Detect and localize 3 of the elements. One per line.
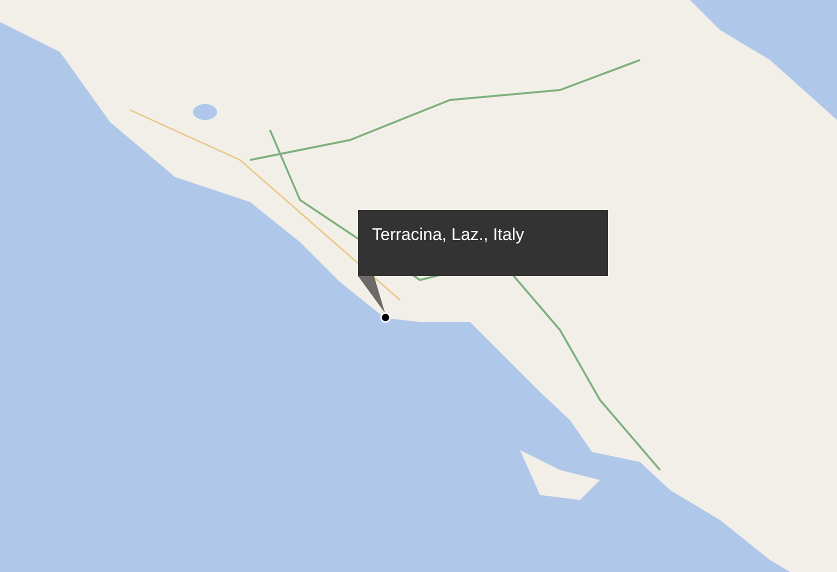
location-pin-icon	[380, 312, 391, 323]
location-callout: Terracina, Laz., Italy	[358, 210, 608, 276]
callout-pointer	[358, 276, 386, 314]
